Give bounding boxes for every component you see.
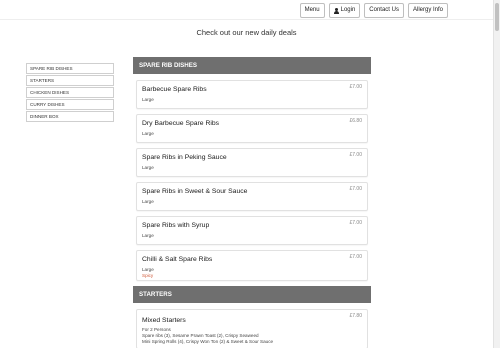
spare-rib-item-list: Barbecue Spare Ribs Large £7.00 Dry Barb… (133, 74, 371, 281)
top-navigation: Menu Login Contact Us Allergy Info (299, 3, 448, 18)
sidebar-item-starters[interactable]: STARTERS (26, 75, 114, 86)
item-size: Large (142, 199, 154, 204)
menu-item[interactable]: Barbecue Spare Ribs Large £7.00 (136, 80, 368, 109)
menu-button[interactable]: Menu (299, 3, 325, 18)
menu-item[interactable]: Dry Barbecue Spare Ribs Large £6.80 (136, 114, 368, 143)
menu-item[interactable]: Chilli & Salt Spare Ribs Large Spicy £7.… (136, 250, 368, 281)
menu-content: SPARE RIB DISHES Barbecue Spare Ribs Lar… (133, 57, 371, 348)
menu-item[interactable]: Spare Ribs in Peking Sauce Large £7.00 (136, 148, 368, 177)
sidebar-item-dinner-box[interactable]: DINNER BOX (26, 111, 114, 122)
item-name: Spare Ribs in Sweet & Sour Sauce (142, 188, 248, 195)
item-price: £7.00 (349, 220, 362, 226)
item-description-line: Mini Spring Rolls (4), Crispy Won Ton (2… (142, 339, 274, 344)
menu-item[interactable]: Mixed Starters For 2 Persons Spare ribs … (136, 309, 368, 348)
item-price: £7.00 (349, 254, 362, 260)
sidebar-item-chicken-dishes[interactable]: CHICKEN DISHES (26, 87, 114, 98)
item-description: For 2 Persons Spare ribs (3), Sesame Pra… (142, 327, 367, 345)
item-name: Dry Barbecue Spare Ribs (142, 120, 220, 127)
item-price: £7.00 (349, 84, 362, 90)
category-sidebar: SPARE RIB DISHES STARTERS CHICKEN DISHES… (26, 63, 114, 123)
item-price: £7.80 (349, 313, 362, 319)
login-button[interactable]: Login (328, 3, 361, 18)
item-size: Large (142, 165, 154, 170)
item-price: £7.00 (349, 186, 362, 192)
user-icon (333, 7, 339, 14)
menu-button-label: Menu (304, 7, 320, 13)
item-name: Barbecue Spare Ribs (142, 86, 207, 93)
contact-us-label: Contact Us (369, 7, 399, 13)
sidebar-item-spare-rib-dishes[interactable]: SPARE RIB DISHES (26, 63, 114, 74)
section-header-spare-rib-dishes: SPARE RIB DISHES (133, 57, 371, 74)
item-name: Spare Ribs with Syrup (142, 222, 210, 229)
item-name: Chilli & Salt Spare Ribs (142, 256, 213, 263)
sidebar-item-curry-dishes[interactable]: CURRY DISHES (26, 99, 114, 110)
item-price: £7.00 (349, 152, 362, 158)
scrollbar-thumb[interactable] (495, 3, 499, 31)
starters-item-list: Mixed Starters For 2 Persons Spare ribs … (133, 303, 371, 348)
item-size: Large (142, 233, 154, 238)
item-name: Spare Ribs in Peking Sauce (142, 154, 227, 161)
header-divider (0, 19, 493, 20)
page-scrollbar[interactable] (493, 0, 500, 348)
allergy-info-label: Allergy Info (412, 7, 443, 13)
allergy-info-button[interactable]: Allergy Info (407, 3, 448, 18)
spicy-tag: Spicy (142, 273, 154, 278)
item-size: Large (142, 97, 154, 102)
item-price: £6.80 (349, 118, 362, 124)
item-size: Large (142, 131, 154, 136)
daily-deals-banner: Check out our new daily deals (196, 28, 297, 37)
item-size: Large (142, 267, 154, 272)
section-header-starters: STARTERS (133, 286, 371, 303)
menu-item[interactable]: Spare Ribs with Syrup Large £7.00 (136, 216, 368, 245)
contact-us-button[interactable]: Contact Us (364, 3, 404, 18)
item-name: Mixed Starters (142, 317, 186, 324)
login-button-label: Login (340, 7, 356, 13)
menu-item[interactable]: Spare Ribs in Sweet & Sour Sauce Large £… (136, 182, 368, 211)
